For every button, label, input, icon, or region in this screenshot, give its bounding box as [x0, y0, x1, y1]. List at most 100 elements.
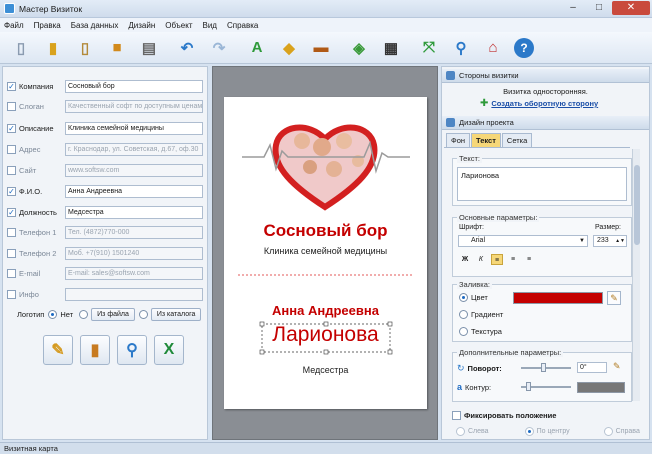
phone2-checkbox[interactable]	[7, 248, 16, 258]
menu-database[interactable]: База данных	[71, 21, 119, 30]
description-input[interactable]: Клиника семейной медицины	[65, 121, 203, 135]
fill-color-swatch[interactable]	[513, 292, 603, 304]
properties-scrollbar[interactable]	[632, 149, 640, 401]
save-icon[interactable]: ■	[106, 37, 128, 59]
fit-screen-icon[interactable]: ⤧	[418, 37, 440, 59]
design-header[interactable]: Дизайн проекта	[442, 116, 649, 130]
maximize-button[interactable]: □	[586, 1, 612, 15]
help-icon[interactable]: ?	[514, 37, 534, 58]
company-input[interactable]: Сосновый бор	[65, 79, 203, 93]
phone1-label: Телефон 1	[19, 227, 57, 237]
site-checkbox[interactable]	[7, 165, 16, 175]
phone1-checkbox[interactable]	[7, 227, 16, 237]
align-right-icon[interactable]: ≡	[523, 254, 535, 265]
card-description[interactable]: Клиника семейной медицины	[224, 246, 427, 256]
font-select[interactable]: Arial ▼	[458, 235, 588, 247]
map-icon[interactable]: ◈	[348, 37, 370, 59]
bold-icon[interactable]: Ж	[459, 254, 471, 265]
phone1-input[interactable]: Тел. (4872)770-000	[65, 225, 203, 239]
brush-icon[interactable]: ✎	[613, 361, 621, 372]
logo-from-file-button[interactable]: Из файла	[91, 308, 135, 321]
tab-background[interactable]: Фон	[446, 133, 471, 147]
phone2-input[interactable]: Моб. +7(910) 1501240	[65, 246, 203, 260]
align-left-radio[interactable]	[456, 427, 465, 436]
outline-slider-thumb[interactable]	[526, 382, 531, 391]
zoom-icon[interactable]: ⚲	[450, 37, 472, 59]
rotation-slider-thumb[interactable]	[541, 363, 546, 372]
resize-handle[interactable]	[259, 349, 265, 355]
fio-checkbox[interactable]: ✓	[7, 186, 16, 196]
fio-input[interactable]: Анна Андреевна	[65, 184, 203, 198]
logo-catalog-radio[interactable]	[138, 310, 148, 319]
company-checkbox[interactable]: ✓	[7, 81, 16, 91]
qr-code-icon[interactable]: ▦	[380, 37, 402, 59]
excel-export-icon[interactable]: X	[154, 335, 184, 365]
search-database-icon[interactable]: ⚲	[117, 335, 147, 365]
create-back-side-link[interactable]: Создать оборотную сторону	[491, 99, 598, 108]
card-first-name[interactable]: Анна Андреевна	[224, 303, 427, 318]
fix-position-checkbox[interactable]	[452, 411, 461, 420]
sides-header[interactable]: Стороны визитки	[442, 69, 649, 83]
clipboard-icon[interactable]: ▯	[74, 37, 96, 59]
position-input[interactable]: Медсестра	[65, 205, 203, 219]
tab-text[interactable]: Текст	[471, 133, 501, 147]
card-last-name[interactable]: Ларионова	[224, 323, 427, 347]
description-checkbox[interactable]: ✓	[7, 123, 16, 133]
outline-color-swatch[interactable]	[577, 382, 625, 393]
rotation-slider[interactable]	[521, 367, 571, 369]
card-company[interactable]: Сосновый бор	[224, 221, 427, 241]
info-checkbox[interactable]	[7, 289, 16, 299]
card-position[interactable]: Медсестра	[224, 365, 427, 375]
menu-view[interactable]: Вид	[203, 21, 217, 30]
site-input[interactable]: www.softsw.com	[65, 163, 203, 177]
email-checkbox[interactable]	[7, 268, 16, 278]
add-shape-icon[interactable]: ◆	[278, 37, 300, 59]
rotation-input[interactable]: 0°	[577, 362, 607, 373]
menu-object[interactable]: Объект	[165, 21, 192, 30]
logo-file-radio[interactable]	[79, 310, 89, 319]
scrollbar-thumb[interactable]	[634, 165, 640, 245]
business-card[interactable]: Сосновый бор Клиника семейной медицины А…	[224, 97, 427, 409]
undo-icon[interactable]: ↶	[176, 37, 198, 59]
text-content-input[interactable]: Ларионова	[457, 167, 627, 201]
redo-icon[interactable]: ↷	[208, 37, 230, 59]
align-center-icon[interactable]: ≡	[507, 254, 519, 265]
email-input[interactable]: E-mail: sales@softsw.com	[65, 266, 203, 280]
open-folder-icon[interactable]: ▮	[42, 37, 64, 59]
fill-texture-radio[interactable]	[459, 327, 468, 336]
size-input[interactable]: 233 ▲▼	[593, 235, 627, 247]
close-button[interactable]: ✕	[612, 1, 650, 15]
address-input[interactable]: г. Краснодар, ул. Советская, д.67, оф.30	[65, 142, 203, 156]
minimize-button[interactable]: –	[560, 1, 586, 15]
fill-gradient-radio[interactable]	[459, 310, 468, 319]
italic-icon[interactable]: К	[475, 254, 487, 265]
menu-design[interactable]: Дизайн	[128, 21, 155, 30]
resize-handle[interactable]	[323, 349, 329, 355]
address-checkbox[interactable]	[7, 144, 16, 154]
logo-none-radio[interactable]	[48, 310, 58, 319]
position-checkbox[interactable]: ✓	[7, 207, 16, 217]
resize-handle[interactable]	[387, 349, 393, 355]
slogan-input[interactable]: Качественный софт по доступным ценам	[65, 99, 203, 113]
font-label: Шрифт:	[459, 224, 484, 231]
new-file-icon[interactable]: ▯	[10, 37, 32, 59]
slogan-checkbox[interactable]	[7, 101, 16, 111]
menu-help[interactable]: Справка	[227, 21, 258, 30]
align-right-radio[interactable]	[603, 427, 613, 436]
align-left-icon[interactable]: ≡	[491, 254, 503, 265]
fill-color-radio[interactable]	[459, 293, 468, 302]
menu-edit[interactable]: Правка	[34, 21, 61, 30]
print-icon[interactable]: ▤	[138, 37, 160, 59]
logo-from-catalog-button[interactable]: Из каталога	[150, 308, 202, 321]
home-icon[interactable]: ⌂	[482, 37, 504, 59]
info-input[interactable]	[65, 287, 203, 301]
toolbar: ▯ ▮ ▯ ■ ▤ ↶ ↷ A ◆ ▬ ◈ ▦ ⤧ ⚲ ⌂ ?	[0, 32, 652, 64]
edit-notes-icon[interactable]: ✎	[43, 335, 73, 365]
tab-grid[interactable]: Сетка	[501, 133, 533, 147]
menu-file[interactable]: Файл	[4, 21, 24, 30]
address-book-icon[interactable]: ▮	[80, 335, 110, 365]
add-image-icon[interactable]: ▬	[310, 37, 332, 59]
add-text-icon[interactable]: A	[246, 37, 268, 59]
align-center-radio[interactable]	[524, 427, 534, 436]
eyedropper-icon[interactable]: ✎	[607, 291, 621, 305]
